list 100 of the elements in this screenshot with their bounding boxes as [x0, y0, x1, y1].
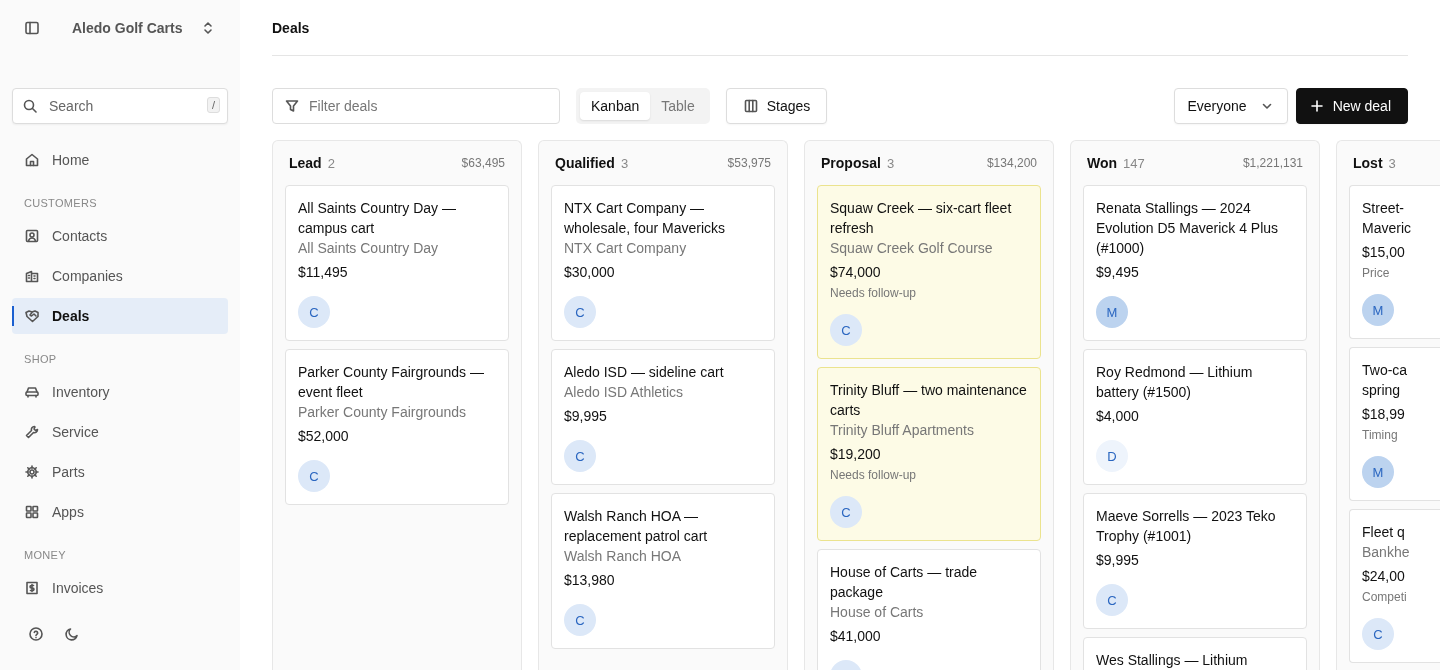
deal-amount: $41,000 — [830, 627, 882, 646]
deal-title: Trinity Bluff — two maintenance carts — [830, 381, 1028, 420]
column-total: $1,221,131 — [1242, 156, 1303, 170]
deal-card[interactable]: Walsh Ranch HOA — replacement patrol cart Walsh Ranch HOA $13,980 C — [551, 493, 775, 649]
avatar: M — [1362, 294, 1394, 326]
deal-card[interactable]: All Saints Country Day — campus cart All Saints Country Day $11,495 C — [285, 185, 509, 341]
wrench-icon — [24, 424, 40, 440]
nav-item[interactable]: Invoices — [12, 570, 228, 606]
home-icon — [24, 152, 40, 168]
avatar: M — [1096, 296, 1128, 328]
deal-title: House of Carts — trade package — [830, 563, 979, 602]
deal-title: Street- Maveric — [1362, 199, 1412, 238]
stages-button[interactable]: Stages — [725, 88, 828, 124]
section-heading: CUSTOMERS — [23, 196, 98, 211]
company-name: Squaw Creek Golf Course — [830, 239, 994, 258]
deal-card[interactable]: Aledo ISD — sideline cart Aledo ISD Athletics $9,995 C — [551, 349, 775, 485]
company-name: House of Carts — [830, 603, 925, 622]
deal-card[interactable]: Street- Maveric $15,00 Price M — [1349, 185, 1440, 339]
company-name: NTX Cart Company — [564, 239, 688, 258]
cart-icon — [24, 384, 40, 400]
column-title: Lost — [1353, 155, 1383, 171]
nav-item[interactable]: Home — [12, 142, 228, 178]
new-deal-button[interactable]: New deal — [1295, 88, 1408, 124]
column-total: $134,200 — [986, 156, 1037, 170]
deal-amount: $9,995 — [564, 407, 608, 426]
deal-card[interactable]: Wes Stallings — Lithium — [1083, 637, 1307, 670]
section-heading: SHOP — [23, 352, 58, 367]
nav-item[interactable]: Deals — [12, 298, 228, 334]
deal-title: All Saints Country Day — campus cart — [298, 199, 457, 238]
avatar: C — [564, 296, 596, 328]
avatar: C — [1096, 584, 1128, 616]
owner-select[interactable]: Everyone — [1174, 88, 1288, 124]
moon-icon[interactable] — [64, 626, 80, 642]
building-icon — [24, 268, 40, 284]
deal-title: Walsh Ranch HOA — replacement patrol cart — [564, 507, 709, 546]
nav-item[interactable]: Apps — [12, 494, 228, 530]
deal-title: Roy Redmond — Lithium battery (#1500) — [1096, 363, 1254, 402]
nav-item[interactable]: Parts — [12, 454, 228, 490]
column-count: 3 — [1388, 155, 1396, 171]
deal-amount: $30,000 — [564, 263, 616, 282]
deal-card[interactable]: Two-ca spring $18,99 Timing M — [1349, 347, 1440, 501]
contact-card-icon — [24, 228, 40, 244]
deal-title: Aledo ISD — sideline cart — [564, 363, 725, 382]
avatar: C — [830, 314, 862, 346]
nav-item[interactable]: Contacts — [12, 218, 228, 254]
column-title: Qualified — [555, 155, 615, 171]
avatar: C — [298, 296, 330, 328]
workspace-name[interactable]: Aledo Golf Carts — [72, 20, 200, 36]
deal-amount: $18,99 — [1362, 405, 1406, 424]
nav-item[interactable]: Inventory — [12, 374, 228, 410]
deal-note: Price — [1362, 266, 1391, 280]
avatar: C — [830, 496, 862, 528]
column-count: 2 — [327, 155, 335, 171]
deal-note: Competi — [1362, 590, 1408, 604]
company-name: Bankhe — [1362, 543, 1411, 562]
deal-title: Wes Stallings — Lithium — [1096, 651, 1249, 670]
deal-card[interactable]: Fleet q Bankhe $24,00 Competi C — [1349, 509, 1440, 663]
deal-amount: $24,00 — [1362, 567, 1406, 586]
deal-amount: $52,000 — [298, 427, 350, 446]
company-name: All Saints Country Day — [298, 239, 440, 258]
deal-title: Two-ca spring — [1362, 361, 1409, 400]
deal-card[interactable]: NTX Cart Company — wholesale, four Mavericks NTX Cart Company $30,000 C — [551, 185, 775, 341]
invoice-icon — [24, 580, 40, 596]
company-name: Walsh Ranch HOA — [564, 547, 682, 566]
avatar: M — [1362, 456, 1394, 488]
nav-item[interactable]: Companies — [12, 258, 228, 294]
deal-card[interactable]: Maeve Sorrells — 2023 Teko Trophy (#1001) $9,995 C — [1083, 493, 1307, 629]
column-total: $53,975 — [727, 156, 771, 170]
deal-amount: $74,000 — [830, 263, 882, 282]
deal-title: Squaw Creek — six-cart fleet refresh — [830, 199, 1013, 238]
page-title: Deals — [272, 19, 310, 36]
nav-item[interactable]: Service — [12, 414, 228, 450]
avatar: C — [1362, 618, 1394, 650]
view-tab[interactable]: Kanban — [580, 92, 651, 120]
column-title: Lead — [289, 155, 322, 171]
avatar: C — [564, 604, 596, 636]
avatar: C — [298, 460, 330, 492]
deal-amount: $13,980 — [564, 571, 616, 590]
deal-card[interactable]: Roy Redmond — Lithium battery (#1500) $4,000 D — [1083, 349, 1307, 485]
column-total: $63,495 — [461, 156, 505, 170]
deal-card[interactable]: Parker County Fairgrounds — event fleet Parker County Fairgrounds $52,000 C — [285, 349, 509, 505]
handshake-icon — [24, 308, 40, 324]
columns-icon — [742, 98, 759, 114]
view-tab[interactable]: Table — [650, 92, 706, 120]
grid-icon — [24, 504, 40, 520]
deal-card[interactable]: Trinity Bluff — two maintenance carts Trinity Bluff Apartments $19,200 Needs follow-up C — [817, 367, 1041, 541]
deal-title: Fleet q — [1362, 523, 1406, 542]
deal-card[interactable]: Squaw Creek — six-cart fleet refresh Squaw Creek Golf Course $74,000 Needs follow-up C — [817, 185, 1041, 359]
company-name: Parker County Fairgrounds — [298, 403, 468, 422]
deal-card[interactable]: Renata Stallings — 2024 Evolution D5 Maverick 4 Plus (#1000) $9,495 M — [1083, 185, 1307, 341]
sidebar-toggle-icon[interactable] — [24, 20, 40, 36]
deal-title: Parker County Fairgrounds — event fleet — [298, 363, 485, 402]
deal-note: Timing — [1362, 428, 1399, 442]
deal-card[interactable]: House of Carts — trade package House of Carts $41,000 — [817, 549, 1041, 670]
column-title: Won — [1087, 155, 1118, 171]
filter-field[interactable]: Filter deals — [272, 88, 560, 124]
avatar: D — [1096, 440, 1128, 472]
deal-amount: $15,00 — [1362, 243, 1406, 262]
help-icon[interactable] — [28, 626, 44, 642]
plus-icon — [1308, 98, 1325, 114]
